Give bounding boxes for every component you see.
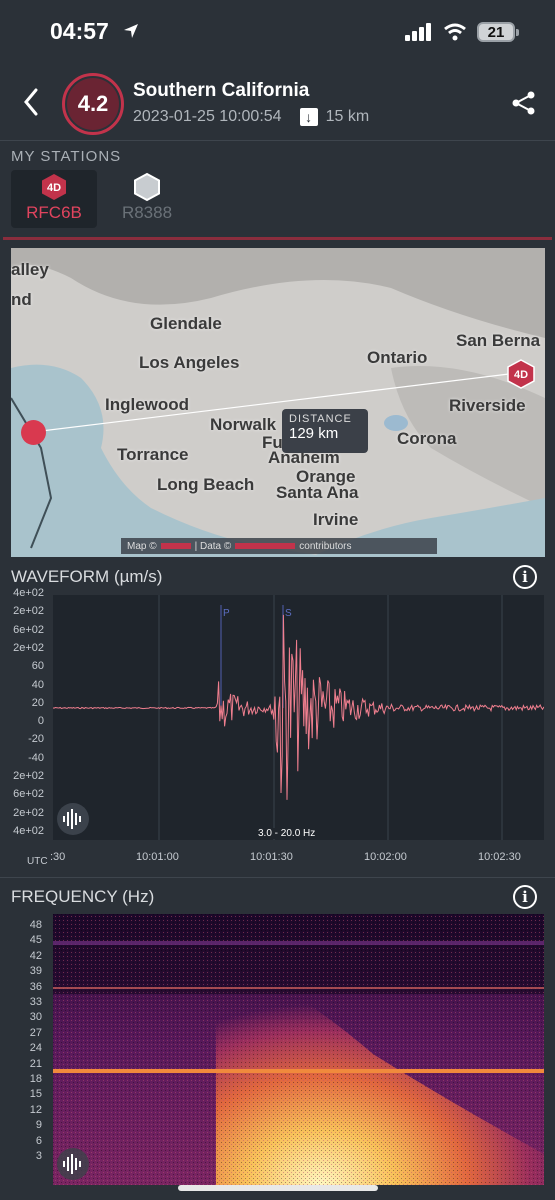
share-icon — [512, 91, 535, 115]
epicenter-marker[interactable] — [21, 420, 46, 445]
y-tick: 18 — [29, 1073, 42, 1085]
waveform-y-axis: 4e+02 2e+02 6e+02 2e+02 60 40 20 0 -20 -40 2e+02 6e… — [0, 587, 50, 839]
y-tick: 6e+02 — [13, 623, 44, 636]
s-marker-label: S — [285, 608, 292, 619]
attribution-map: Map © — [127, 540, 157, 552]
frequency-info-icon[interactable]: i — [513, 885, 537, 909]
waveform-title: WAVEFORM (µm/s) — [11, 567, 163, 586]
event-datetime: 2023-01-25 10:00:54 — [133, 108, 282, 125]
spectrogram[interactable] — [53, 914, 544, 1185]
x-tick: :30 — [50, 851, 66, 863]
status-icons: 21 — [405, 22, 519, 42]
magnitude-badge: 4.2 — [62, 73, 124, 135]
x-tick: 10:02:30 — [478, 851, 521, 863]
y-tick: 6e+02 — [13, 788, 44, 801]
y-tick: 40 — [31, 678, 44, 691]
distance-label: DISTANCE — [289, 413, 352, 425]
signal-icon — [405, 23, 431, 41]
my-stations-label: MY STATIONS — [11, 148, 122, 165]
y-tick: -20 — [28, 733, 44, 746]
waveform-chart[interactable]: P S 3.0 - 20.0 Hz — [52, 595, 545, 840]
station-name-r8388: R8388 — [121, 203, 173, 222]
station-badge-icon: 4D — [42, 174, 66, 200]
frequency-title: FREQUENCY (Hz) — [11, 887, 155, 906]
map-attribution: Map © | Data © contributors — [121, 538, 437, 554]
distance-tooltip: DISTANCE 129 km — [282, 409, 368, 453]
waveform-plot: P S — [52, 595, 545, 840]
share-button[interactable] — [511, 90, 537, 116]
event-title: Southern California — [133, 80, 310, 101]
y-tick: 60 — [31, 660, 44, 673]
stations-underline — [3, 237, 552, 240]
attribution-contributors: contributors — [299, 540, 352, 552]
y-tick: 21 — [29, 1057, 42, 1070]
station-marker-icon[interactable]: 4D — [507, 359, 535, 389]
attribution-data: | Data © — [194, 540, 232, 552]
header-divider — [0, 140, 555, 141]
y-tick: 48 — [29, 919, 42, 931]
y-tick: 2e+02 — [13, 770, 44, 783]
status-time: 04:57 — [50, 18, 109, 44]
utc-label: UTC — [27, 856, 48, 867]
home-indicator — [178, 1185, 378, 1191]
y-tick: 6 — [35, 1134, 42, 1147]
y-tick: 2e+02 — [13, 641, 44, 654]
distance-value: 129 km — [289, 425, 339, 442]
x-tick: 10:02:00 — [364, 851, 407, 863]
event-depth: 15 km — [325, 108, 370, 125]
audio-button[interactable] — [57, 803, 89, 835]
station-badge-text: 4D — [47, 182, 61, 194]
y-tick: 42 — [29, 949, 42, 962]
frequency-y-axis: 48 45 42 39 36 33 30 27 24 21 18 15 12 9 6 3 — [0, 914, 48, 1185]
y-tick: 30 — [29, 1011, 42, 1024]
map-view[interactable]: alley nd Glendale Los Angeles Ontario Sa… — [11, 248, 545, 557]
attribution-link[interactable] — [235, 543, 296, 549]
y-tick: 12 — [29, 1103, 42, 1116]
p-marker-label: P — [223, 608, 230, 619]
y-tick: 39 — [29, 965, 42, 978]
station-tab-rfc6b[interactable]: 4D RFC6B — [11, 170, 97, 228]
chevron-left-icon — [24, 88, 38, 116]
filter-label: 3.0 - 20.0 Hz — [258, 828, 316, 839]
y-tick: 3 — [35, 1150, 42, 1162]
y-tick: 4e+02 — [13, 587, 44, 599]
event-subtitle: 2023-01-25 10:00:54 ↓ 15 km — [133, 108, 369, 126]
battery-indicator: 21 — [477, 22, 519, 42]
station-hex-icon — [134, 172, 160, 202]
y-tick: 2e+02 — [13, 806, 44, 819]
y-tick: 20 — [31, 696, 44, 709]
y-tick: 45 — [29, 934, 42, 947]
waveform-x-axis: UTC :30 10:01:00 10:01:30 10:02:00 10:02… — [0, 847, 555, 867]
y-tick: -40 — [28, 751, 44, 764]
station-marker-text: 4D — [514, 369, 528, 381]
x-tick: 10:01:30 — [250, 851, 293, 863]
attribution-link[interactable] — [160, 543, 191, 549]
wifi-icon — [444, 23, 466, 41]
waveform-info-icon[interactable]: i — [513, 565, 537, 589]
section-divider — [0, 877, 555, 878]
y-tick: 33 — [29, 996, 42, 1008]
sound-wave-icon — [63, 1154, 81, 1174]
spectrogram-plot — [53, 914, 544, 1185]
x-tick: 10:01:00 — [136, 851, 179, 863]
y-tick: 36 — [29, 980, 42, 993]
y-tick: 27 — [29, 1026, 42, 1039]
spectrogram-audio-button[interactable] — [57, 1148, 89, 1180]
y-tick: 9 — [35, 1119, 42, 1132]
y-tick: 24 — [29, 1042, 42, 1055]
y-tick: 2e+02 — [13, 605, 44, 618]
y-tick: 0 — [37, 715, 44, 728]
depth-arrow-icon: ↓ — [299, 108, 318, 126]
location-arrow-icon — [122, 22, 140, 45]
y-tick: 4e+02 — [13, 825, 44, 837]
station-name-rfc6b: RFC6B — [26, 203, 82, 222]
sound-wave-icon — [63, 809, 81, 829]
y-tick: 15 — [29, 1088, 42, 1101]
distance-line — [32, 373, 510, 433]
station-tab-r8388[interactable]: R8388 — [104, 170, 190, 228]
magnitude-value: 4.2 — [67, 78, 119, 130]
back-button[interactable] — [18, 86, 46, 118]
